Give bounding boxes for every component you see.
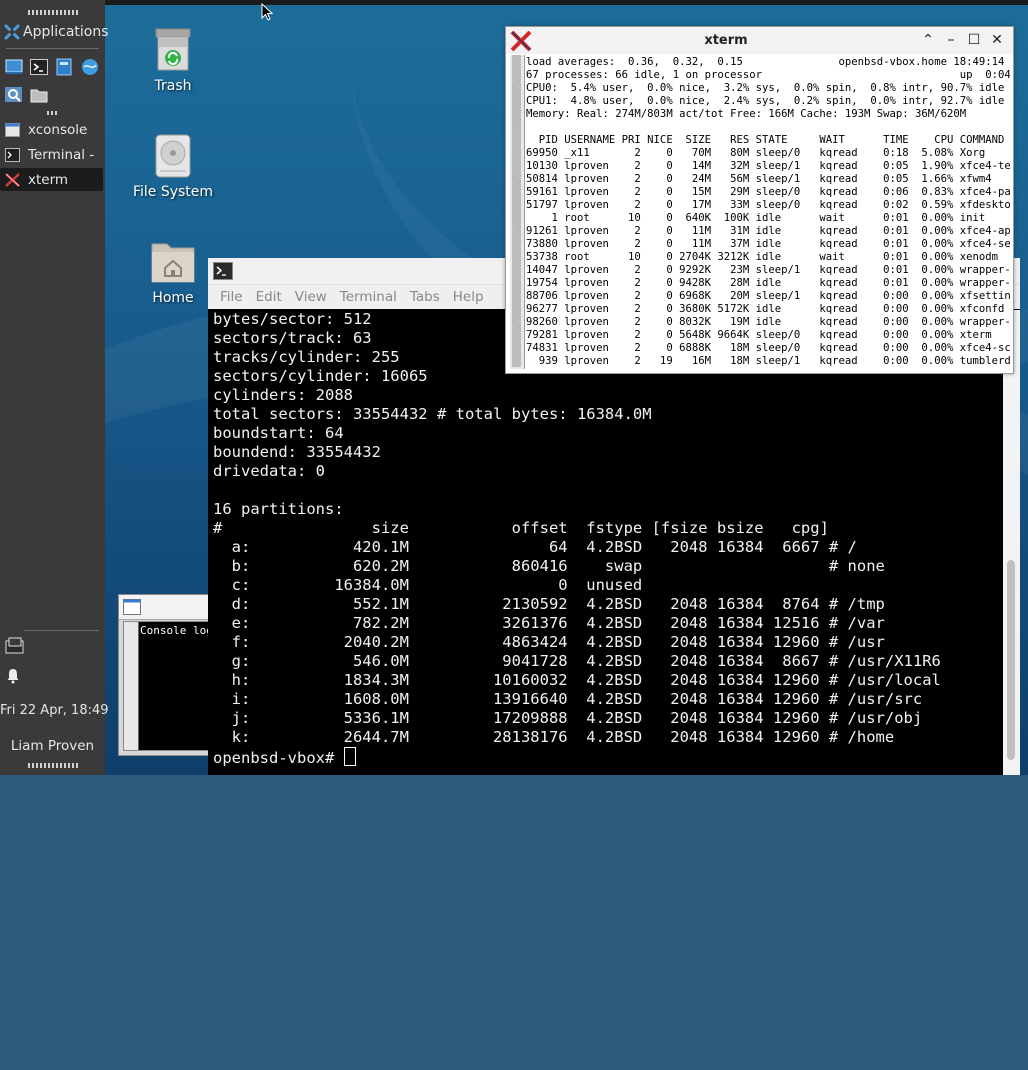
text-cursor xyxy=(343,747,356,766)
desktop-icon-file-system[interactable]: File System xyxy=(128,134,218,200)
x-logo-icon xyxy=(5,172,20,187)
taskbar-item-xterm[interactable]: xterm xyxy=(0,168,103,191)
applications-label: Applications xyxy=(23,24,109,40)
scrollbar-thumb[interactable] xyxy=(1007,560,1015,760)
clock[interactable]: Fri 22 Apr, 18:49 xyxy=(0,703,109,718)
close-button[interactable]: ✕ xyxy=(989,32,1005,48)
taskbar-item-label: Terminal - xyxy=(28,146,95,163)
xconsole-window[interactable]: Console log xyxy=(118,594,220,756)
menu-edit[interactable]: Edit xyxy=(256,289,282,305)
file-manager-launcher-icon[interactable] xyxy=(54,57,74,77)
panel-separator xyxy=(6,48,99,49)
mouse-pointer-icon xyxy=(261,2,274,21)
trash-icon xyxy=(154,28,192,72)
terminal-icon xyxy=(213,262,233,280)
console-log-text: Console log xyxy=(140,624,213,637)
folder-launcher-icon[interactable] xyxy=(29,85,49,105)
notification-bell-icon[interactable] xyxy=(6,668,20,684)
panel-grip[interactable] xyxy=(28,763,78,768)
xconsole-titlebar[interactable] xyxy=(119,595,219,620)
minimize-button[interactable]: – xyxy=(943,32,959,48)
xfce-logo-icon xyxy=(4,24,20,40)
terminal-icon xyxy=(5,147,20,162)
desktop-icon-home[interactable]: Home xyxy=(128,238,218,306)
xconsole-icon xyxy=(5,122,20,137)
maximize-button[interactable]: ☐ xyxy=(966,32,982,48)
scrollbar-thumb[interactable] xyxy=(512,55,521,367)
taskbar-item-label: xterm xyxy=(28,171,69,188)
desktop-icon-trash[interactable]: Trash xyxy=(128,28,218,94)
web-browser-launcher-icon[interactable] xyxy=(80,57,100,77)
menu-view[interactable]: View xyxy=(295,289,327,305)
home-folder-icon xyxy=(150,238,196,284)
panel-grip xyxy=(47,111,57,115)
xterm-scrollbar[interactable] xyxy=(510,55,525,369)
desktop-icon-label: File System xyxy=(132,184,214,200)
panel-grip[interactable] xyxy=(28,10,78,15)
app-finder-icon[interactable] xyxy=(4,85,24,105)
taskbar-item-label: xconsole xyxy=(28,121,88,138)
top-output-text: load averages: 0.36, 0.32, 0.15 openbsd-… xyxy=(526,56,1010,367)
desktop-icon-label: Home xyxy=(152,290,194,306)
shade-button[interactable]: ⌃ xyxy=(920,32,936,48)
xterm-title: xterm xyxy=(704,33,748,48)
taskbar-item-terminal[interactable]: Terminal - xyxy=(0,143,103,166)
terminal-output-text: bytes/sector: 512 sectors/track: 63 trac… xyxy=(213,310,941,746)
harddisk-icon xyxy=(154,134,192,178)
taskbar-item-xconsole[interactable]: xconsole xyxy=(0,118,103,141)
terminal-launcher-icon[interactable] xyxy=(29,57,49,77)
top-border xyxy=(105,0,1028,5)
menu-terminal[interactable]: Terminal xyxy=(340,289,397,305)
applications-menu-button[interactable]: Applications xyxy=(0,20,109,44)
menu-help[interactable]: Help xyxy=(453,289,484,305)
show-desktop-icon[interactable] xyxy=(4,57,24,77)
shell-prompt: openbsd-vbox# xyxy=(213,749,344,767)
workspace-switcher-icon[interactable] xyxy=(5,636,25,654)
terminal-output[interactable]: bytes/sector: 512 sectors/track: 63 trac… xyxy=(213,310,1003,775)
xconsole-log-area[interactable]: Console log xyxy=(123,621,220,751)
xconsole-window-icon xyxy=(123,599,141,615)
menu-file[interactable]: File xyxy=(220,289,243,305)
desktop-icon-label: Trash xyxy=(154,78,192,94)
panel-separator xyxy=(24,630,99,631)
xterm-titlebar[interactable]: xterm ⌃ – ☐ ✕ xyxy=(506,27,1013,54)
xterm-output[interactable]: load averages: 0.36, 0.32, 0.15 openbsd-… xyxy=(526,56,1010,370)
menu-tabs[interactable]: Tabs xyxy=(410,289,440,305)
xconsole-scrollbar[interactable] xyxy=(124,622,139,750)
side-panel: Applications xconsole Terminal - xterm F… xyxy=(0,0,109,775)
user-name[interactable]: Liam Proven xyxy=(0,738,105,754)
xterm-window[interactable]: xterm ⌃ – ☐ ✕ load averages: 0.36, 0.32,… xyxy=(505,26,1014,374)
terminal-scrollbar[interactable] xyxy=(1003,310,1020,775)
